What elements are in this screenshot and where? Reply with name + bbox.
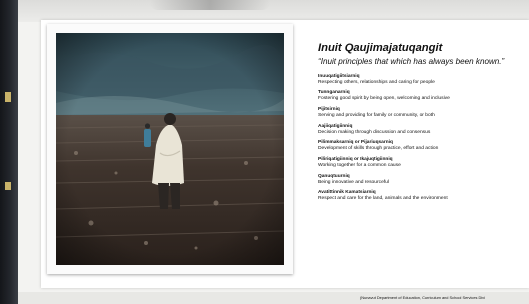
principle-item: Inuuqatigiitsiarniq Respecting others, r… (318, 74, 523, 86)
slide-title: Inuit Qaujimajatuqangit (318, 42, 443, 54)
source-credit: (Nunavut Department of Education, Curric… (360, 295, 485, 300)
principle-item: Aajiiqatigiinniq Decision making through… (318, 124, 523, 136)
photo-image (56, 33, 284, 265)
slide-subtitle: “Inuit principles that which has always … (318, 57, 505, 66)
principle-item: Pijitsirniq Serving and providing for fa… (318, 107, 523, 119)
principle-item: Tunnganarniq Fostering good spirit by be… (318, 90, 523, 102)
principles-list: Inuuqatigiitsiarniq Respecting others, r… (318, 74, 523, 203)
principle-description: Respecting others, relationships and car… (318, 79, 435, 85)
tundra-figure-photo (56, 33, 284, 265)
left-edge-stripe (5, 182, 11, 190)
principle-description: Being innovative and resourceful (318, 179, 389, 185)
top-logo-mark (150, 0, 270, 10)
photo-frame (47, 24, 293, 274)
principle-description: Respect and care for the land, animals a… (318, 196, 448, 202)
principle-description: Serving and providing for family or comm… (318, 112, 435, 118)
principle-item: Qanuqtuurniq Being innovative and resour… (318, 174, 523, 186)
principle-item: Pilimmaksarniq or Pijariuqsarniq Develop… (318, 140, 523, 152)
principle-description: Fostering good spirit by being open, wel… (318, 96, 450, 102)
principle-item: Avatittinnik Kamatsiarniq Respect and ca… (318, 190, 523, 202)
left-edge-stripe (5, 92, 11, 102)
vignette (56, 33, 284, 265)
principle-item: Piliriqatigiinniq or Ikajuqtigiinniq Wor… (318, 157, 523, 169)
slide-text-column: Inuit Qaujimajatuqangit “Inuit principle… (318, 42, 523, 207)
principle-description: Development of skills through practice, … (318, 146, 439, 152)
principle-description: Decision making through discussion and c… (318, 129, 431, 135)
left-edge-panel (0, 0, 18, 304)
principle-description: Working together for a common cause (318, 162, 401, 168)
